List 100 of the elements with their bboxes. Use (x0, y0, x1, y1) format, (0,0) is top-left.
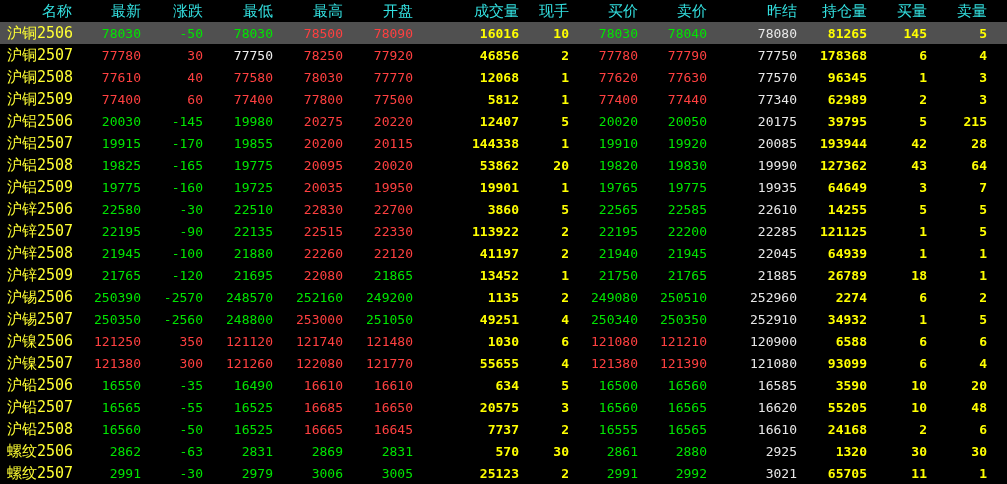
table-cell: 16500 (598, 377, 638, 393)
table-row[interactable]: 沪铜2509 77400 60 77400 77800 77500 5812 1 77400 77440 77340 62989 2 3 (0, 88, 1007, 110)
table-cell: 252160 (296, 289, 343, 305)
table-cell: 1 (979, 465, 987, 481)
column-header[interactable]: 现手 (539, 1, 569, 21)
table-cell: 121740 (296, 333, 343, 349)
table-cell: 12407 (479, 113, 519, 129)
table-cell: 19920 (667, 135, 707, 151)
column-header[interactable]: 开盘 (383, 1, 413, 21)
table-cell: 251050 (366, 311, 413, 327)
table-cell: 16525 (233, 399, 273, 415)
contract-name: 沪铝2506 (6, 111, 74, 131)
table-cell: 4 (561, 355, 569, 371)
table-row[interactable]: 沪锡2506 250390 -2570 248570 252160 249200 1135 2 249080 250510 252960 2274 6 2 (0, 286, 1007, 308)
table-cell: 16610 (757, 421, 797, 437)
table-cell: 19980 (233, 113, 273, 129)
table-row[interactable]: 沪锌2509 21765 -120 21695 22080 21865 13452 1 21750 21765 21885 26789 18 1 (0, 264, 1007, 286)
table-cell: 634 (495, 377, 519, 393)
table-cell: 3590 (835, 377, 867, 393)
table-cell: 5 (919, 113, 927, 129)
table-cell: 300 (179, 355, 203, 371)
column-header[interactable]: 成交量 (474, 1, 519, 21)
table-cell: 120900 (750, 333, 797, 349)
contract-name: 沪铅2508 (6, 419, 74, 439)
table-cell: 22830 (303, 201, 343, 217)
table-cell: 77780 (598, 47, 638, 63)
table-cell: -165 (171, 157, 203, 173)
table-cell: 19775 (101, 179, 141, 195)
table-cell: 249200 (366, 289, 413, 305)
table-row[interactable]: 沪铜2507 77780 30 77750 78250 77920 46856 2 77780 77790 77750 178368 6 4 (0, 44, 1007, 66)
table-cell: 4 (561, 311, 569, 327)
table-cell: 215 (963, 113, 987, 129)
column-header[interactable]: 卖量 (957, 1, 987, 21)
table-cell: 21945 (667, 245, 707, 261)
table-cell: 77770 (373, 69, 413, 85)
table-row[interactable]: 沪铝2508 19825 -165 19775 20095 20020 53862 20 19820 19830 19990 127362 43 64 (0, 154, 1007, 176)
column-header[interactable]: 最新 (111, 1, 141, 21)
table-cell: 19855 (233, 135, 273, 151)
column-header[interactable]: 涨跌 (173, 1, 203, 21)
table-cell: 22330 (373, 223, 413, 239)
table-row[interactable]: 沪铜2506 78030 -50 78030 78500 78090 16016 10 78030 78040 78080 81265 145 5 (0, 22, 1007, 44)
table-cell: 20115 (373, 135, 413, 151)
table-row[interactable]: 沪铝2507 19915 -170 19855 20200 20115 144338 1 19910 19920 20085 193944 42 28 (0, 132, 1007, 154)
table-cell: 22515 (303, 223, 343, 239)
column-header[interactable]: 卖价 (677, 1, 707, 21)
table-cell: 250390 (94, 289, 141, 305)
column-header[interactable]: 买量 (897, 1, 927, 21)
table-cell: 49251 (479, 311, 519, 327)
table-row[interactable]: 沪铅2508 16560 -50 16525 16665 16645 7737 2 16555 16565 16610 24168 2 6 (0, 418, 1007, 440)
table-cell: 93099 (827, 355, 867, 371)
table-cell: 121080 (591, 333, 638, 349)
column-header[interactable]: 最低 (243, 1, 273, 21)
table-cell: 21765 (101, 267, 141, 283)
table-cell: 121480 (366, 333, 413, 349)
column-header[interactable]: 最高 (313, 1, 343, 21)
table-cell: -50 (179, 25, 203, 41)
table-row[interactable]: 沪锌2507 22195 -90 22135 22515 22330 113922 2 22195 22200 22285 121125 1 5 (0, 220, 1007, 242)
table-cell: 77440 (667, 91, 707, 107)
table-row[interactable]: 沪镍2506 121250 350 121120 121740 121480 1030 6 121080 121210 120900 6588 6 6 (0, 330, 1007, 352)
table-cell: 78090 (373, 25, 413, 41)
table-row[interactable]: 沪锌2508 21945 -100 21880 22260 22120 41197 2 21940 21945 22045 64939 1 1 (0, 242, 1007, 264)
table-row[interactable]: 沪铝2509 19775 -160 19725 20035 19950 19901 1 19765 19775 19935 64649 3 7 (0, 176, 1007, 198)
table-cell: 2274 (835, 289, 867, 305)
table-row[interactable]: 沪镍2507 121380 300 121260 122080 121770 55655 4 121380 121390 121080 93099 6 4 (0, 352, 1007, 374)
table-row[interactable]: 沪铅2506 16550 -35 16490 16610 16610 634 5 16500 16560 16585 3590 10 20 (0, 374, 1007, 396)
column-header[interactable]: 持仓量 (822, 1, 867, 21)
table-cell: 350 (179, 333, 203, 349)
table-cell: 78030 (101, 25, 141, 41)
column-header[interactable]: 昨结 (767, 1, 797, 21)
table-cell: 19825 (101, 157, 141, 173)
table-row[interactable]: 螺纹2506 2862 -63 2831 2869 2831 570 30 2861 2880 2925 1320 30 30 (0, 440, 1007, 462)
table-row[interactable]: 沪锡2507 250350 -2560 248800 253000 251050 49251 4 250340 250350 252910 34932 1 5 (0, 308, 1007, 330)
table-cell: 4 (979, 355, 987, 371)
table-row[interactable]: 沪铝2506 20030 -145 19980 20275 20220 12407 5 20020 20050 20175 39795 5 215 (0, 110, 1007, 132)
contract-name: 沪铜2507 (6, 45, 74, 65)
table-cell: 3 (561, 399, 569, 415)
table-cell: 22585 (667, 201, 707, 217)
table-cell: -63 (179, 443, 203, 459)
table-cell: 19725 (233, 179, 273, 195)
table-cell: 570 (495, 443, 519, 459)
table-row[interactable]: 沪锌2506 22580 -30 22510 22830 22700 3860 5 22565 22585 22610 14255 5 5 (0, 198, 1007, 220)
table-cell: 42 (911, 135, 927, 151)
table-cell: 2991 (606, 465, 638, 481)
table-cell: 127362 (820, 157, 867, 173)
column-header[interactable]: 买价 (608, 1, 638, 21)
table-row[interactable]: 沪铅2507 16565 -55 16525 16685 16650 20575 3 16560 16565 16620 55205 10 48 (0, 396, 1007, 418)
table-cell: 22080 (303, 267, 343, 283)
contract-name: 螺纹2507 (6, 463, 74, 483)
table-cell: 3005 (381, 465, 413, 481)
table-cell: 6588 (835, 333, 867, 349)
table-cell: 22120 (373, 245, 413, 261)
table-cell: -2560 (163, 311, 203, 327)
table-row[interactable]: 沪铜2508 77610 40 77580 78030 77770 12068 1 77620 77630 77570 96345 1 3 (0, 66, 1007, 88)
table-cell: 19990 (757, 157, 797, 173)
table-cell: 3 (979, 91, 987, 107)
table-cell: 77400 (598, 91, 638, 107)
table-cell: -120 (171, 267, 203, 283)
column-header[interactable]: 名称 (42, 1, 72, 21)
table-cell: 20200 (303, 135, 343, 151)
table-row[interactable]: 螺纹2507 2991 -30 2979 3006 3005 25123 2 2991 2992 3021 65705 11 1 (0, 462, 1007, 484)
